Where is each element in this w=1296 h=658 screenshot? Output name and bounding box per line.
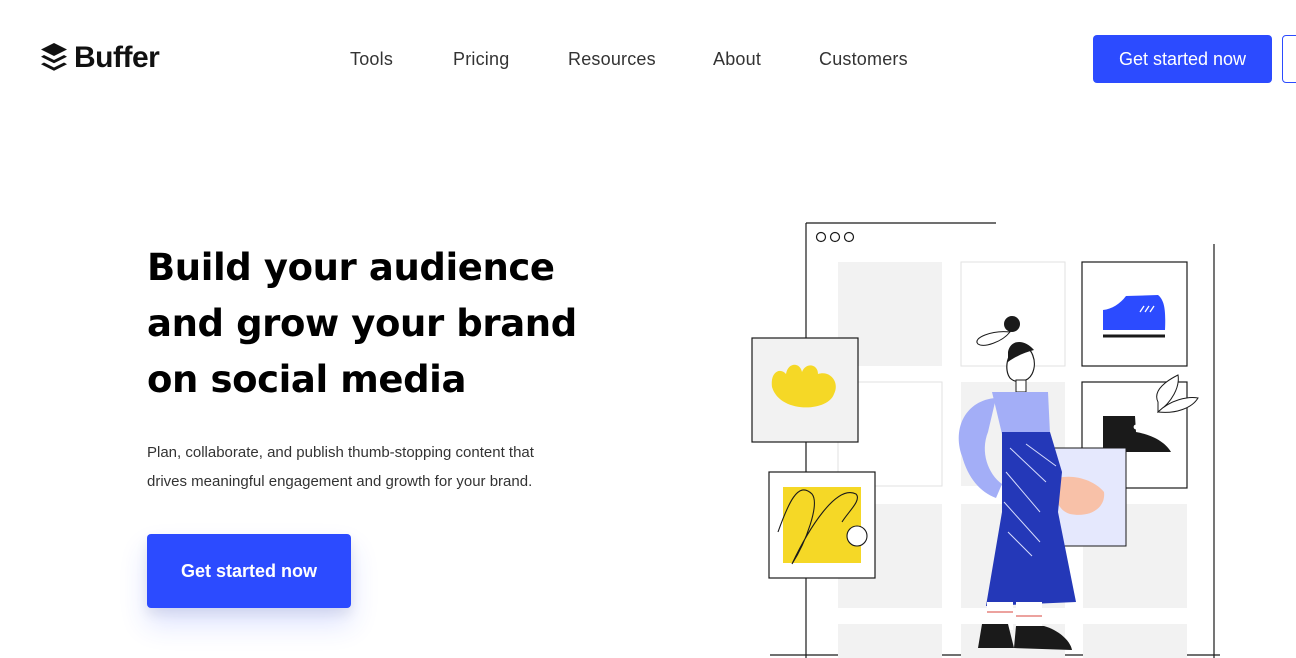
header-secondary-button[interactable] (1282, 35, 1296, 83)
hero-subtitle-line: Plan, collaborate, and publish thumb-sto… (147, 444, 534, 461)
nav-item-about[interactable]: About (713, 47, 761, 71)
nav-item-pricing[interactable]: Pricing (453, 47, 509, 71)
hero-title: Build your audience and grow your brand … (147, 240, 617, 408)
site-header: Buffer Tools Pricing Resources About Cus… (0, 0, 1296, 118)
yellow-flower-card (751, 337, 859, 443)
hero-title-line: Build your audience (147, 246, 555, 289)
hero-subtitle: Plan, collaborate, and publish thumb-sto… (147, 438, 587, 496)
hero-title-line: on social media (147, 358, 467, 401)
nav-item-resources[interactable]: Resources (568, 47, 656, 71)
hero-illustration (751, 222, 1220, 658)
yellow-square-card (768, 471, 876, 579)
nav-item-customers[interactable]: Customers (819, 47, 908, 71)
stacked-layers-icon (41, 43, 67, 71)
header-get-started-button[interactable]: Get started now (1093, 35, 1272, 83)
logo-wordmark: Buffer (74, 41, 160, 74)
nav-item-tools[interactable]: Tools (350, 47, 393, 71)
buffer-logo[interactable]: Buffer (40, 40, 160, 76)
hero-get-started-button[interactable]: Get started now (147, 534, 351, 608)
hero-title-line: and grow your brand (147, 302, 577, 345)
hero-subtitle-line: drives meaningful engagement and growth … (147, 473, 533, 490)
blue-shoe-card (1081, 261, 1188, 367)
